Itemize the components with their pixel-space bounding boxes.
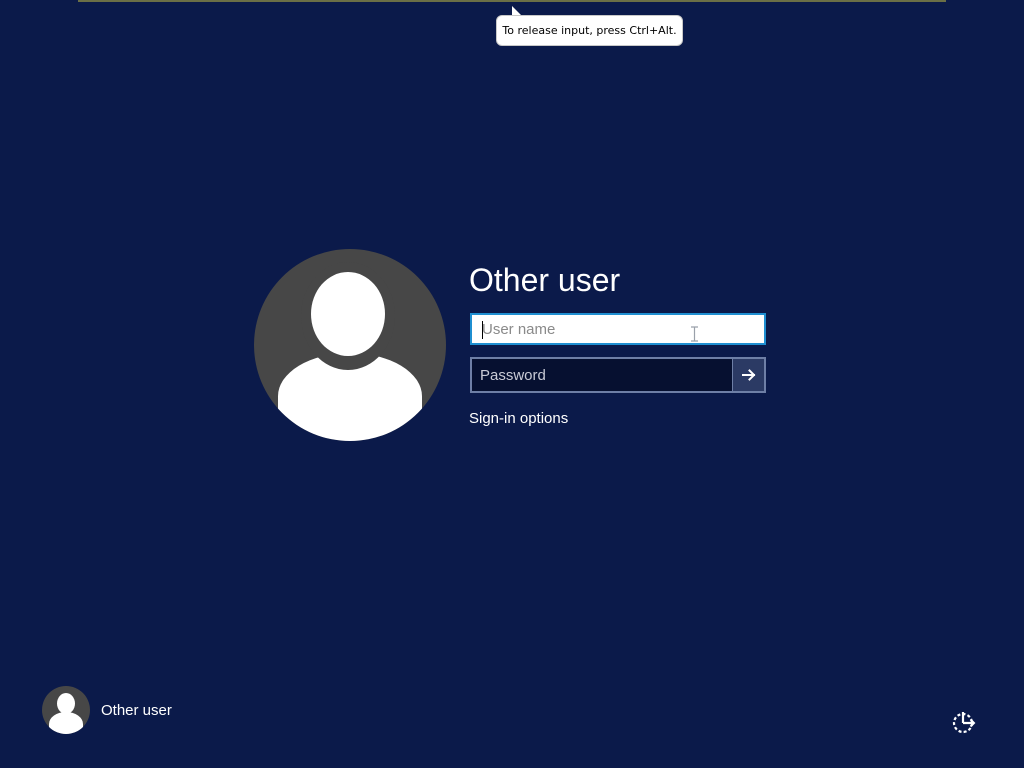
avatar-head-silhouette bbox=[311, 272, 385, 356]
user-avatar-icon bbox=[42, 686, 90, 734]
ease-of-access-icon bbox=[952, 712, 976, 734]
avatar-small-body bbox=[49, 712, 83, 734]
release-input-tooltip: To release input, press Ctrl+Alt. bbox=[496, 15, 683, 46]
ibeam-cursor-icon bbox=[691, 326, 698, 342]
password-field[interactable] bbox=[470, 357, 766, 393]
lock-screen: To release input, press Ctrl+Alt. Other … bbox=[0, 0, 1024, 768]
username-field[interactable] bbox=[470, 313, 766, 345]
username-input[interactable] bbox=[472, 315, 764, 343]
login-title: Other user bbox=[469, 262, 621, 298]
user-tile-label: Other user bbox=[101, 701, 172, 719]
user-tile-other-user[interactable]: Other user bbox=[42, 686, 172, 734]
submit-arrow-button[interactable] bbox=[732, 359, 764, 391]
user-avatar-large bbox=[254, 249, 446, 441]
vm-toolbar-edge bbox=[78, 0, 946, 2]
text-caret bbox=[482, 321, 483, 339]
avatar-small-head bbox=[57, 693, 75, 714]
arrow-right-icon bbox=[741, 369, 755, 381]
sign-in-options-link[interactable]: Sign-in options bbox=[469, 410, 568, 427]
ease-of-access-button[interactable] bbox=[950, 708, 978, 736]
password-input[interactable] bbox=[472, 359, 734, 391]
